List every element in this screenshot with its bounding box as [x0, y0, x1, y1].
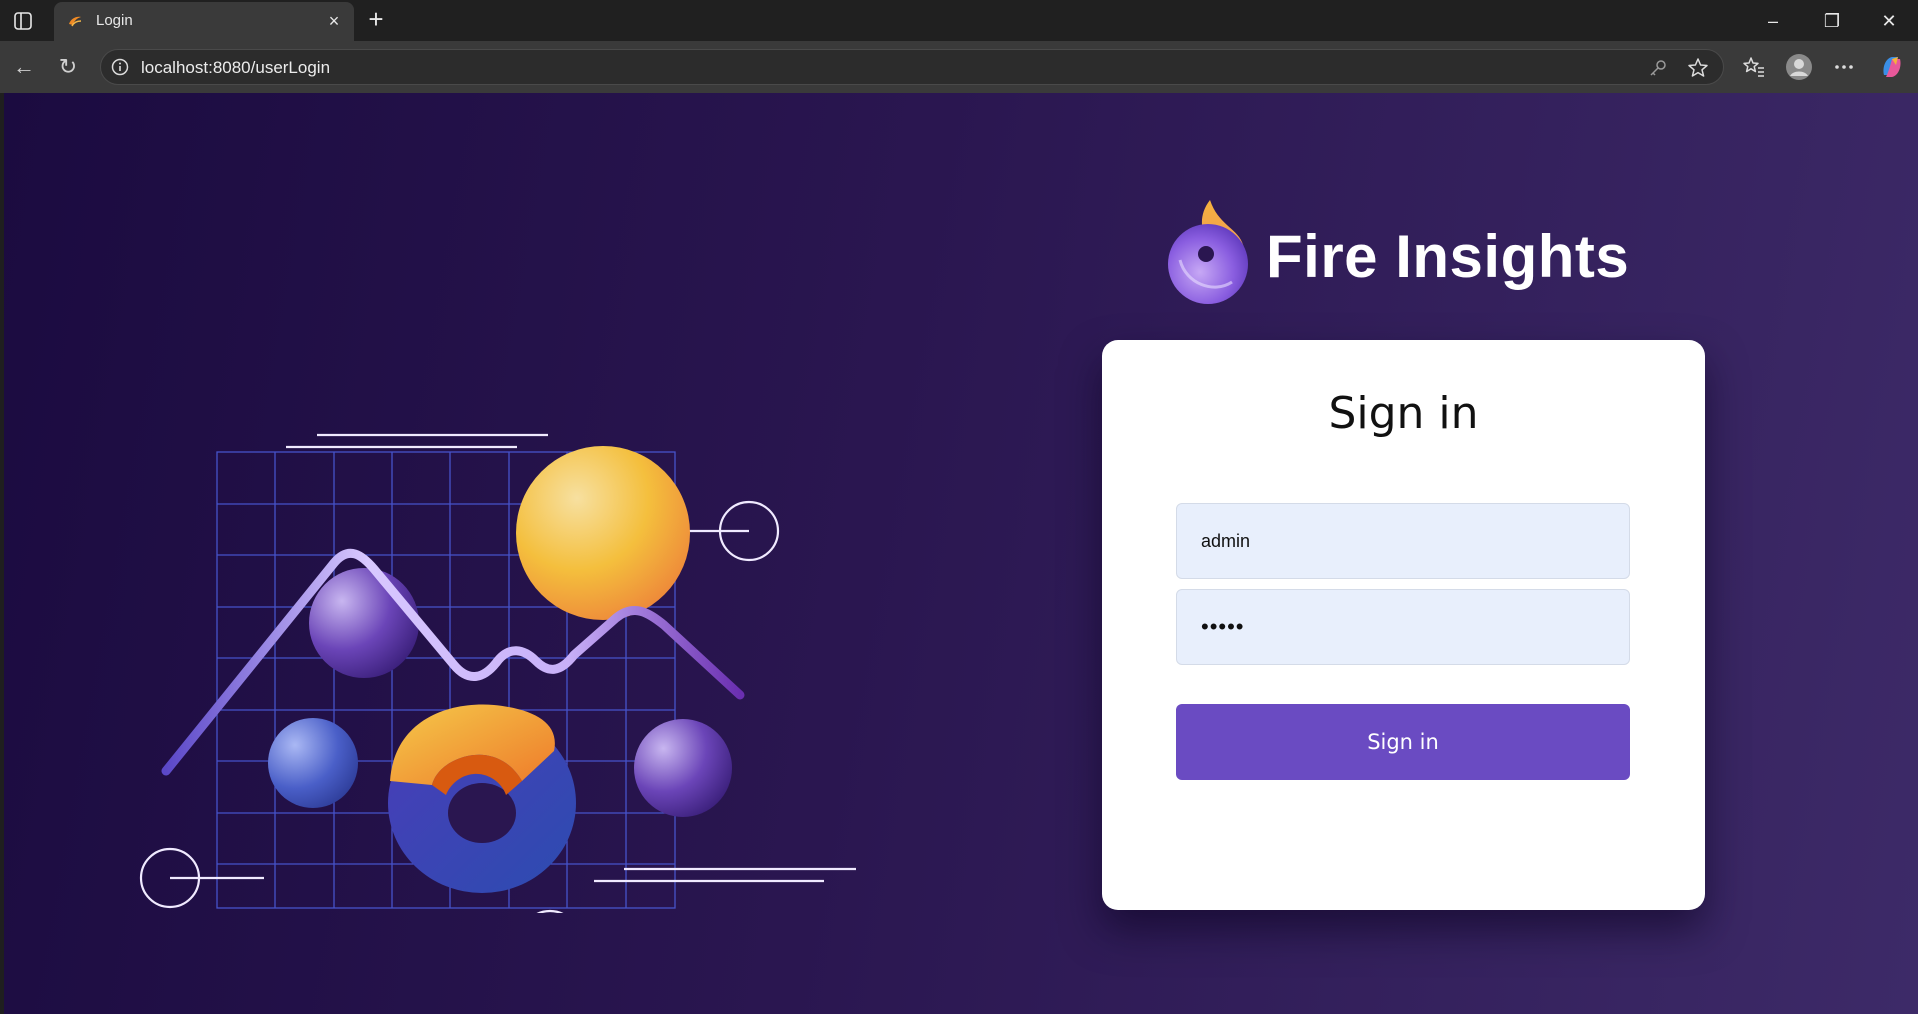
star-icon[interactable]: [1687, 57, 1709, 79]
favorites-icon[interactable]: [1740, 53, 1768, 81]
signin-heading: Sign in: [1328, 388, 1479, 439]
url-text: localhost:8080/userLogin: [141, 58, 331, 77]
brand-name: Fire Insights: [1266, 223, 1630, 290]
key-icon[interactable]: [1647, 57, 1669, 79]
url-field[interactable]: localhost:8080/userLogin: [100, 49, 1724, 85]
login-page: Fire Insights Sign in Sign in: [4, 93, 1918, 1014]
profile-icon[interactable]: [1785, 53, 1813, 81]
login-card: Sign in Sign in: [1102, 340, 1705, 910]
minimize-button[interactable]: –: [1760, 8, 1786, 34]
browser-tab-login[interactable]: Login ×: [54, 2, 354, 41]
copilot-icon[interactable]: [1878, 53, 1906, 81]
password-field[interactable]: [1176, 589, 1630, 665]
sidebar-toggle-icon[interactable]: [12, 10, 34, 32]
info-icon[interactable]: [111, 58, 129, 76]
brand-header: Fire Insights: [1166, 198, 1666, 308]
reload-button[interactable]: ↻: [54, 53, 82, 81]
favicon-icon: [66, 12, 84, 30]
more-icon[interactable]: [1830, 53, 1858, 81]
restore-button[interactable]: ❐: [1819, 8, 1845, 34]
flame-logo-icon: [1166, 198, 1252, 308]
tab-strip: Login × + – ❐ ✕: [0, 0, 1918, 41]
close-window-button[interactable]: ✕: [1876, 8, 1902, 34]
close-tab-icon[interactable]: ×: [324, 11, 344, 31]
tab-title: Login: [96, 12, 133, 29]
analytics-illustration: [139, 433, 856, 913]
address-bar-row: ← ↻ localhost:8080/userLogin: [0, 41, 1918, 93]
back-button[interactable]: ←: [10, 53, 38, 81]
username-field[interactable]: [1176, 503, 1630, 579]
new-tab-button[interactable]: +: [364, 6, 388, 32]
signin-button[interactable]: Sign in: [1176, 704, 1630, 780]
